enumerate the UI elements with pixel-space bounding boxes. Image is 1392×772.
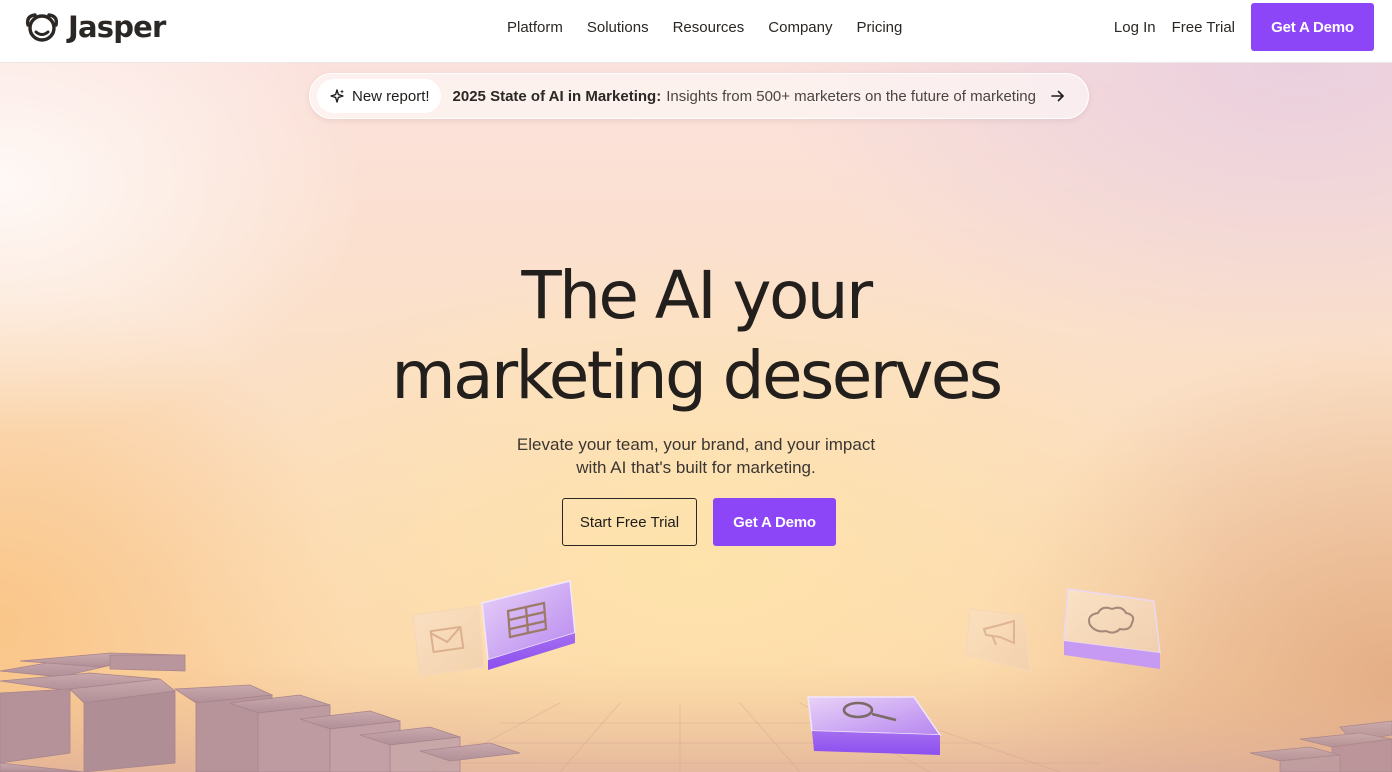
table-tile <box>481 580 576 670</box>
free-trial-link[interactable]: Free Trial <box>1164 19 1243 36</box>
nav-solutions[interactable]: Solutions <box>575 19 661 36</box>
table-icon <box>506 601 548 639</box>
login-link[interactable]: Log In <box>1106 19 1164 36</box>
hero-section: New report! 2025 State of AI in Marketin… <box>0 63 1392 772</box>
nav-actions: Log In Free Trial Get A Demo <box>1106 3 1374 51</box>
hero-subtext-line2: with AI that's built for marketing. <box>576 458 816 477</box>
hero-headline-line2: marketing deserves <box>391 337 1003 414</box>
badge-label: New report! <box>352 87 430 105</box>
hero-subtext-line1: Elevate your team, your brand, and your … <box>516 435 876 454</box>
nav-company[interactable]: Company <box>756 19 844 36</box>
report-announcement[interactable]: New report! 2025 State of AI in Marketin… <box>309 73 1089 119</box>
salesforce-icon <box>1088 606 1135 634</box>
nav-pricing[interactable]: Pricing <box>844 19 914 36</box>
mail-tile <box>412 605 485 677</box>
hero-get-demo-button[interactable]: Get A Demo <box>713 498 836 546</box>
report-description: Insights from 500+ marketers on the futu… <box>666 87 1036 105</box>
search-tile <box>807 696 942 755</box>
start-free-trial-button[interactable]: Start Free Trial <box>562 498 697 546</box>
new-report-badge: New report! <box>317 79 441 113</box>
left-block-stack <box>0 652 521 772</box>
salesforce-tile <box>1063 588 1161 669</box>
main-menu: Platform Solutions Resources Company Pri… <box>495 0 914 54</box>
hero-3d-scene <box>0 580 1392 772</box>
report-title: 2025 State of AI in Marketing: <box>452 87 662 105</box>
jasper-logo[interactable]: Jasper <box>24 10 166 44</box>
arrow-right-icon <box>1051 90 1064 102</box>
right-block-stack <box>1249 720 1392 772</box>
nav-platform[interactable]: Platform <box>495 19 575 36</box>
search-icon <box>842 701 897 722</box>
nav-resources[interactable]: Resources <box>661 19 757 36</box>
megaphone-icon <box>982 619 1015 646</box>
top-navigation: Jasper Platform Solutions Resources Comp… <box>0 0 1392 63</box>
brand-name: Jasper <box>68 10 166 44</box>
hero-headline-line1: The AI your <box>521 257 873 334</box>
megaphone-tile <box>965 608 1031 672</box>
report-arrow <box>1050 89 1066 103</box>
floor-grid <box>429 702 1100 772</box>
get-demo-button[interactable]: Get A Demo <box>1251 3 1374 51</box>
jasper-face-icon <box>25 13 59 42</box>
sparkle-icon <box>330 89 344 103</box>
mail-icon <box>429 625 465 654</box>
